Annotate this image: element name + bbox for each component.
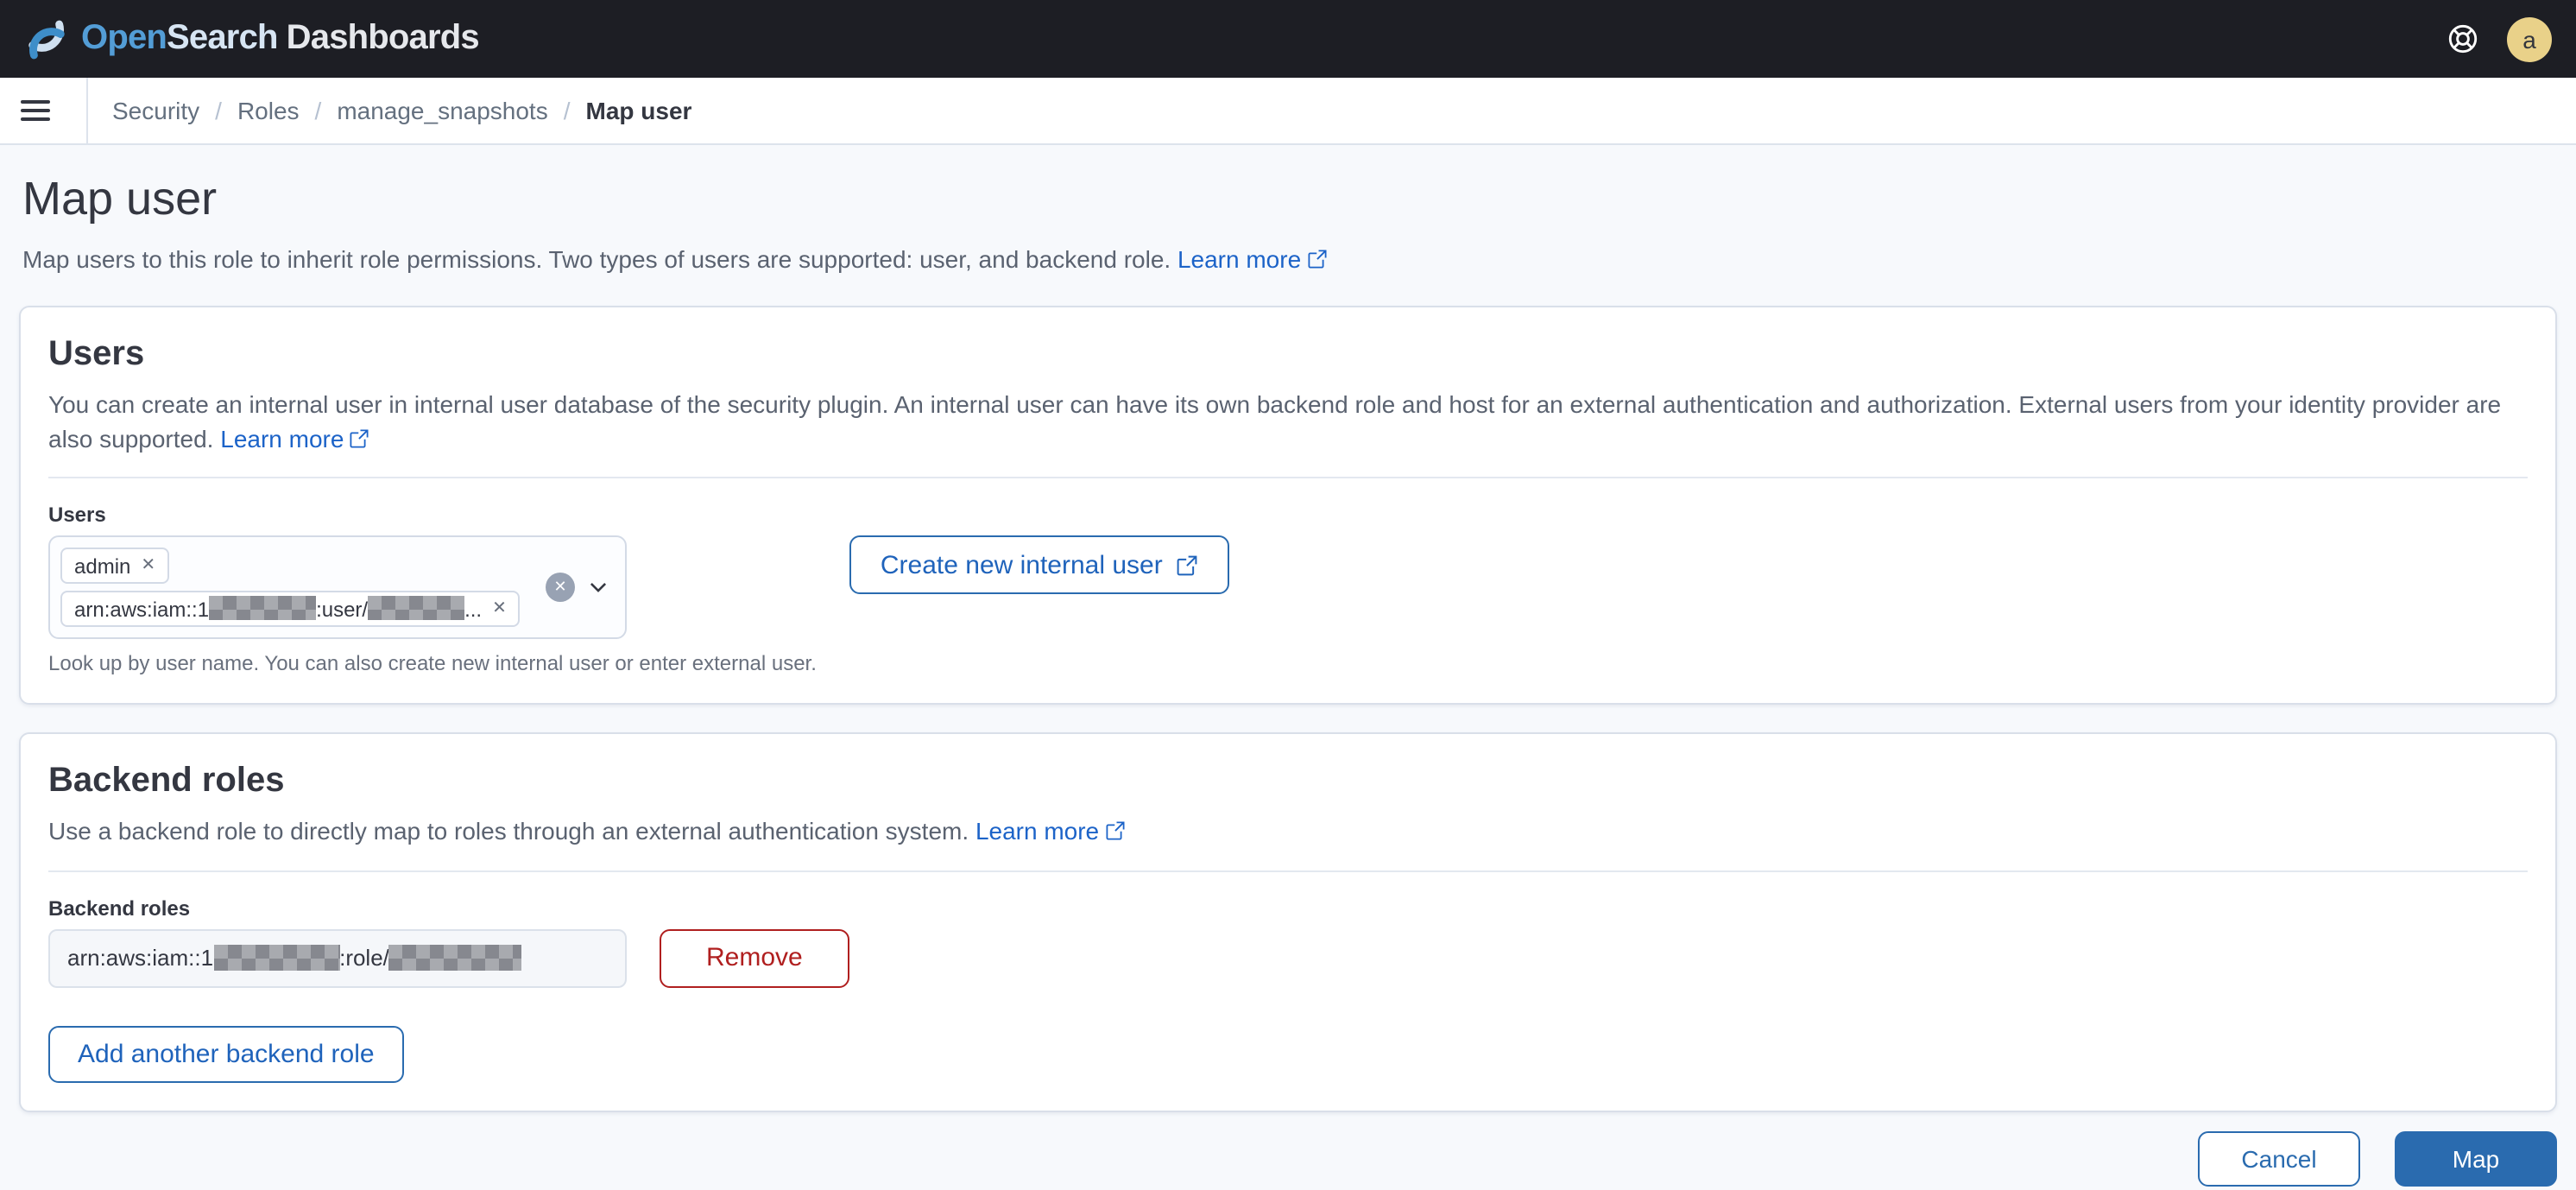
backend-panel-title: Backend roles [48, 762, 285, 801]
users-combo-box[interactable]: admin ✕ arn:aws:iam::1:user/... ✕ ✕ [48, 535, 627, 640]
app-window: OpenSearch Dashboards a Security / Roles … [0, 0, 2576, 1190]
user-pill-admin: admin ✕ [60, 548, 170, 585]
opensearch-logo[interactable]: OpenSearch Dashboards [24, 16, 480, 61]
page-description: Map users to this role to inherit role p… [22, 243, 2557, 278]
backend-role-input[interactable]: arn:aws:iam::1:role/ [48, 928, 627, 988]
users-field-label: Users [48, 503, 106, 528]
redacted-account-block [213, 945, 340, 972]
redacted-username-block [368, 596, 465, 621]
users-learn-more-link[interactable]: Learn more [220, 425, 369, 453]
users-panel-description: You can create an internal user in inter… [48, 389, 2502, 453]
header-actions: a [2447, 16, 2552, 61]
external-link-icon [350, 429, 369, 448]
external-link-icon [1307, 250, 1326, 269]
backend-panel-description: Use a backend role to directly map to ro… [48, 814, 2528, 850]
breadcrumb-manage-snapshots[interactable]: manage_snapshots [337, 97, 547, 124]
redacted-account-block [209, 596, 317, 621]
panel-divider [48, 477, 2528, 479]
users-help-text: Look up by user name. You can also creat… [48, 651, 817, 676]
breadcrumb-separator: / [563, 97, 571, 124]
page-content: Map user Map users to this role to inher… [0, 145, 2576, 1187]
users-field: admin ✕ arn:aws:iam::1:user/... ✕ ✕ Look [48, 535, 817, 676]
remove-pill-icon[interactable]: ✕ [492, 600, 507, 619]
breadcrumb-bar: Security / Roles / manage_snapshots / Ma… [0, 78, 2576, 145]
add-backend-role-button[interactable]: Add another backend role [48, 1025, 404, 1083]
panel-divider [48, 870, 2528, 872]
chevron-down-icon[interactable] [587, 577, 609, 599]
breadcrumb-current: Map user [585, 97, 692, 124]
remove-backend-role-button[interactable]: Remove [660, 928, 849, 988]
footer-actions: Cancel Map [19, 1130, 2557, 1187]
menu-icon[interactable] [21, 78, 86, 143]
external-link-icon [1178, 555, 1198, 575]
user-pill-arn: arn:aws:iam::1:user/... ✕ [60, 591, 521, 628]
opensearch-logo-icon [28, 19, 65, 59]
users-panel-title: Users [48, 334, 145, 373]
help-icon[interactable] [2447, 22, 2479, 55]
cancel-button[interactable]: Cancel [2198, 1130, 2360, 1187]
user-avatar[interactable]: a [2507, 16, 2552, 61]
page-learn-more-link[interactable]: Learn more [1178, 246, 1327, 274]
clear-all-icon[interactable]: ✕ [546, 573, 575, 603]
breadcrumb-separator: / [314, 97, 322, 124]
divider [86, 78, 88, 143]
remove-pill-icon[interactable]: ✕ [141, 557, 155, 576]
redacted-rolename-block [388, 945, 522, 972]
breadcrumb: Security / Roles / manage_snapshots / Ma… [112, 97, 691, 124]
brand-text: OpenSearch Dashboards [81, 19, 480, 57]
external-link-icon [1105, 822, 1124, 841]
map-button[interactable]: Map [2395, 1130, 2557, 1187]
create-internal-user-button[interactable]: Create new internal user [849, 535, 1230, 595]
page-title: Map user [22, 173, 218, 225]
breadcrumb-security[interactable]: Security [112, 97, 199, 124]
breadcrumb-separator: / [215, 97, 222, 124]
backend-learn-more-link[interactable]: Learn more [975, 818, 1125, 845]
breadcrumb-roles[interactable]: Roles [237, 97, 300, 124]
backend-roles-panel: Backend roles Use a backend role to dire… [19, 732, 2557, 1112]
top-header: OpenSearch Dashboards a [0, 0, 2576, 78]
users-panel: Users You can create an internal user in… [19, 305, 2557, 706]
backend-field-label: Backend roles [48, 896, 191, 921]
